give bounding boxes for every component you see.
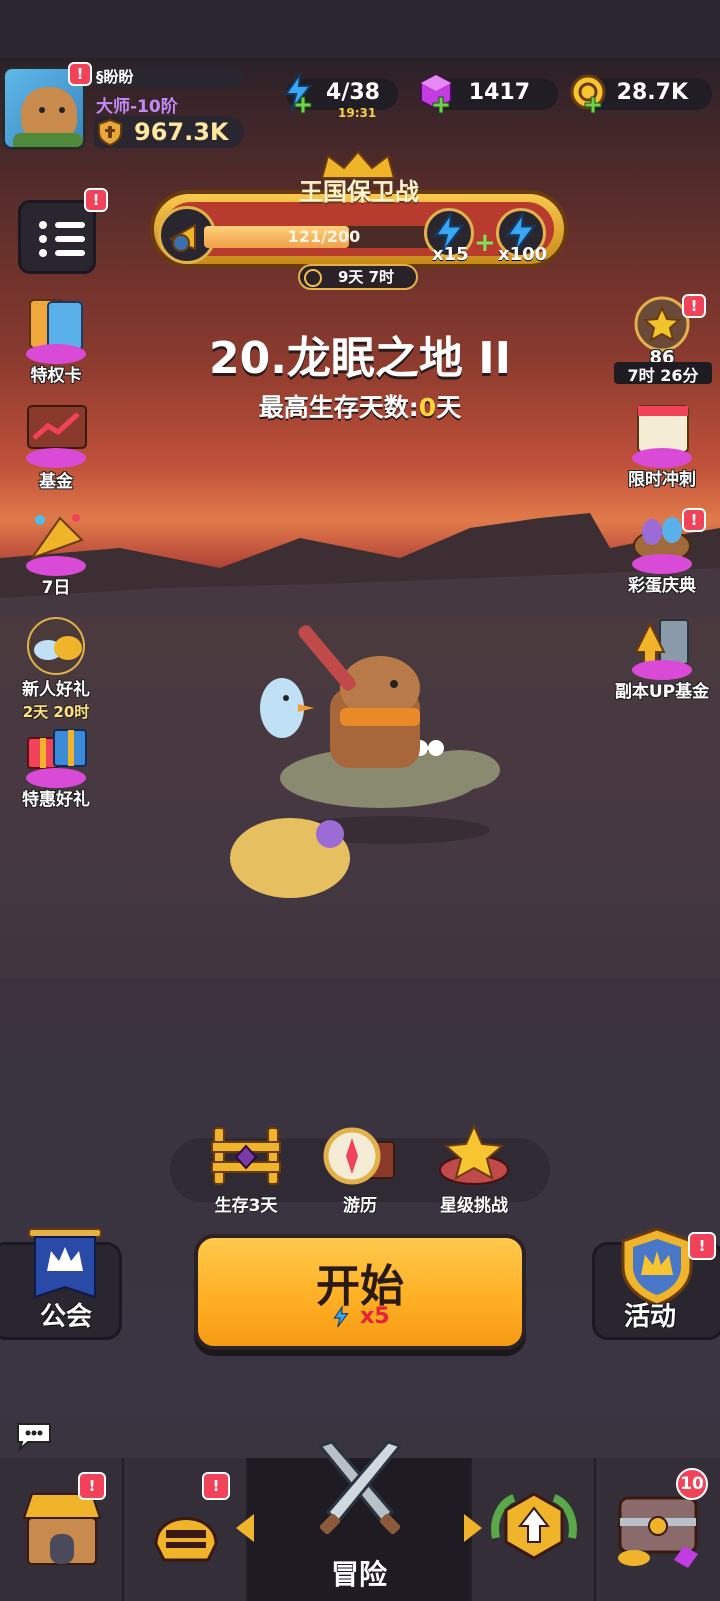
activity-alert-badge: ! [688, 1232, 716, 1260]
star-reward-timer: 7时 26分 [614, 362, 712, 385]
gold-resource[interactable]: 28.7K [570, 74, 712, 114]
gold-value: 28.7K [616, 80, 688, 105]
bottom-navigation: ! ! 冒险 10 [0, 1440, 720, 1601]
chat-bubble-icon[interactable] [14, 1420, 54, 1452]
power-value: 967.3K [134, 118, 229, 146]
tower-arrow-icon [632, 619, 692, 680]
start-button[interactable]: 开始 x5 [194, 1234, 526, 1350]
nav-right-arrow-icon [464, 1514, 482, 1542]
gem-value: 1417 [468, 80, 530, 105]
event-title: 王国保卫战 [299, 178, 419, 206]
nav-adventure[interactable]: 冒险 [248, 1440, 472, 1601]
crown-shield-icon [621, 1227, 693, 1307]
newbie-gift-button[interactable]: 新人好礼 2天 20时 [6, 614, 106, 721]
menu-alert-badge: ! [84, 188, 108, 212]
reward-plus: + [474, 228, 496, 258]
privilege-card-icon [26, 299, 86, 364]
treasure-chest-icon [618, 1496, 698, 1568]
privilege-card-button[interactable]: 特权卡 [6, 296, 106, 392]
compass-icon [323, 1127, 395, 1185]
gem-plus-icon[interactable] [432, 96, 450, 114]
guild-banner-icon [28, 1228, 102, 1299]
power-display: 967.3K [94, 116, 244, 148]
travel-label: 游历 [343, 1196, 377, 1216]
event-progress-text: 121/200 [287, 227, 361, 246]
equipment-alert-badge: ! [202, 1472, 230, 1500]
gold-plus-icon[interactable] [584, 96, 602, 114]
calendar-icon [632, 405, 692, 468]
seven-day-button[interactable]: 7日 [6, 508, 106, 604]
event-timer-text: 9天 7时 [337, 268, 395, 286]
star-trophy-icon [439, 1124, 509, 1185]
energy-plus-icon[interactable] [294, 96, 312, 114]
lightning-icon [333, 1305, 350, 1328]
player-name: §盼盼 [94, 66, 244, 88]
shield-power-icon [98, 118, 122, 146]
fund-button[interactable]: 基金 [6, 402, 106, 498]
star-challenge-label: 星级挑战 [440, 1196, 508, 1216]
kingdom-defense-event[interactable]: 王国保卫战 121/200 x15 + x100 9天 7时 [128, 150, 590, 298]
star-challenge-button[interactable]: 星级挑战 [424, 1124, 524, 1216]
shop-icon [22, 1493, 102, 1565]
chest-count-badge: 10 [676, 1468, 708, 1500]
gift-box-icon [26, 729, 87, 788]
survive-3-days-button[interactable]: 生存3天 [196, 1124, 296, 1216]
player-profile[interactable]: ! §盼盼 大师-10阶 967.3K [0, 62, 250, 154]
status-bar [0, 0, 720, 58]
nav-adventure-label: 冒险 [330, 1558, 387, 1591]
gate-icon [211, 1127, 281, 1185]
player-rank: 大师-10阶 [96, 97, 178, 117]
nav-left-arrow-icon [236, 1514, 254, 1542]
start-cost-value: x5 [360, 1304, 390, 1329]
gem-resource[interactable]: 1417 [420, 73, 558, 114]
egg-alert-badge: ! [682, 508, 706, 532]
party-popper-icon [26, 514, 86, 576]
fund-label: 基金 [39, 472, 73, 492]
upgrade-arrow-icon [491, 1492, 577, 1560]
event-timer: 9天 7时 [298, 264, 418, 290]
survive-3-days-label: 生存3天 [214, 1196, 278, 1216]
reward-small-amount: x15 [432, 244, 469, 265]
guild-button[interactable]: 公会 [0, 1228, 122, 1340]
energy-timer: 19:31 [338, 106, 377, 120]
fund-chart-icon [26, 405, 87, 468]
newbie-gift-icon [27, 617, 85, 675]
limited-sprint-label: 限时冲刺 [628, 470, 696, 490]
reward-large-amount: x100 [498, 244, 548, 265]
egg-festival-label: 彩蛋庆典 [628, 576, 696, 596]
shop-alert-badge: ! [78, 1472, 106, 1500]
hero-party[interactable] [220, 598, 520, 898]
privilege-card-label: 特权卡 [30, 366, 82, 386]
limited-sprint-button[interactable]: 限时冲刺 [612, 400, 712, 496]
travel-button[interactable]: 游历 [310, 1124, 410, 1216]
special-gift-label: 特惠好礼 [22, 790, 90, 810]
special-gift-button[interactable]: 特惠好礼 [6, 720, 106, 816]
menu-button[interactable] [18, 200, 96, 274]
seven-day-label: 7日 [41, 578, 71, 598]
star-alert-badge: ! [682, 294, 706, 318]
activity-label: 活动 [623, 1302, 676, 1332]
dungeon-up-fund-label: 副本UP基金 [614, 682, 710, 702]
crossed-swords-icon [317, 1440, 403, 1535]
avatar-alert-badge: ! [68, 62, 92, 86]
newbie-gift-label: 新人好礼 [22, 680, 90, 700]
newbie-gift-timer: 2天 20时 [22, 703, 90, 721]
start-cost: x5 [198, 1304, 522, 1329]
energy-value: 4/38 [326, 80, 380, 105]
guild-label: 公会 [39, 1302, 92, 1332]
dungeon-up-fund-button[interactable]: 副本UP基金 [612, 612, 712, 708]
clock-icon [304, 269, 322, 287]
nav-upgrade[interactable] [472, 1458, 596, 1601]
